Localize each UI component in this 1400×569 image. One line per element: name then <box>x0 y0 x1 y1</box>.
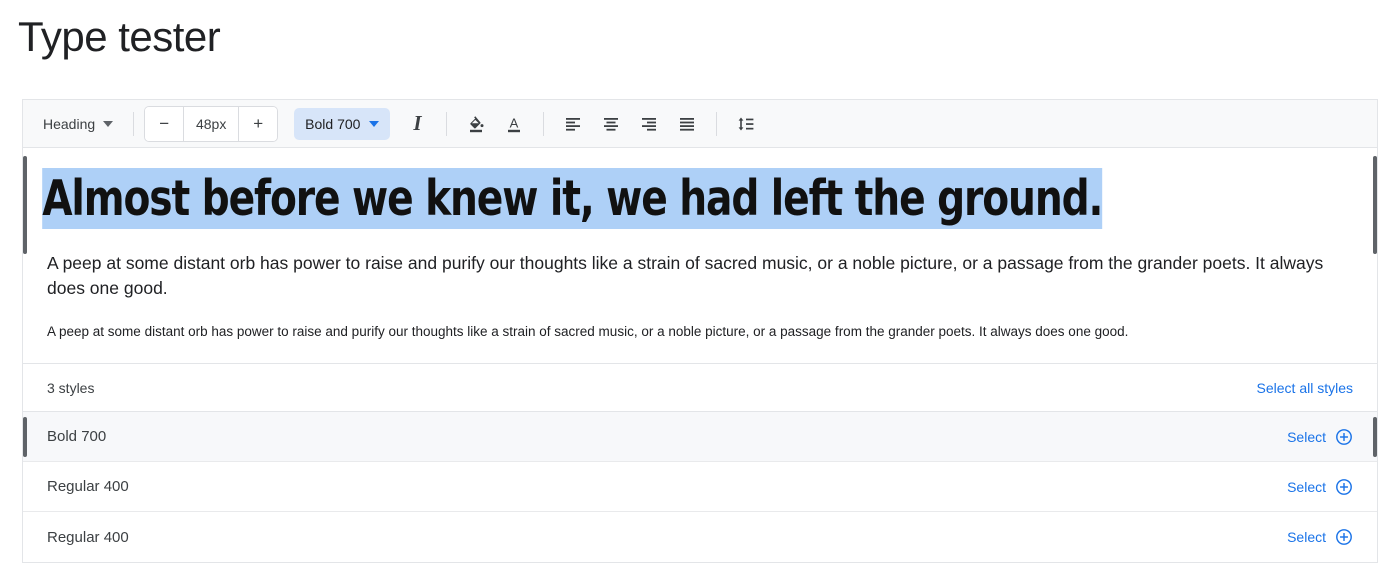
editor-toolbar: Heading − 48px + Bold 700 I A <box>23 100 1377 148</box>
plus-circle-icon <box>1336 428 1352 445</box>
select-style-control[interactable]: Select <box>1287 478 1353 496</box>
toolbar-divider <box>543 111 545 136</box>
plus-circle-icon <box>1336 478 1352 495</box>
preview-heading-text: Almost before we knew it, we had left th… <box>42 168 1103 229</box>
style-row[interactable]: Regular 400 Select <box>23 462 1377 513</box>
font-size-stepper: − 48px + <box>144 105 279 142</box>
fill-color-icon <box>470 115 484 132</box>
type-tester-panel: Heading − 48px + Bold 700 I A Almost bef… <box>22 99 1378 564</box>
style-name-label: Bold 700 <box>47 428 107 446</box>
font-weight-label: Bold 700 <box>305 115 361 132</box>
text-color-icon: A <box>508 115 521 132</box>
select-style-label: Select <box>1287 529 1326 546</box>
plus-circle-icon <box>1336 529 1352 546</box>
type-preview-area[interactable]: Almost before we knew it, we had left th… <box>23 148 1377 365</box>
style-name-label: Regular 400 <box>47 528 129 546</box>
style-name-label: Regular 400 <box>47 478 129 496</box>
style-row[interactable]: Regular 400 Select <box>23 512 1377 563</box>
toolbar-divider <box>716 111 718 136</box>
toolbar-divider <box>446 111 448 136</box>
select-style-label: Select <box>1287 428 1326 445</box>
font-size-decrease-button[interactable]: − <box>145 106 184 141</box>
select-style-label: Select <box>1287 478 1326 495</box>
italic-button[interactable]: I <box>400 107 434 141</box>
preview-paragraph-large[interactable]: A peep at some distant orb has power to … <box>23 239 1377 312</box>
align-right-button[interactable] <box>632 107 666 141</box>
preview-paragraph-small[interactable]: A peep at some distant orb has power to … <box>23 312 1377 364</box>
font-size-increase-button[interactable]: + <box>239 106 278 141</box>
preview-heading[interactable]: Almost before we knew it, we had left th… <box>23 148 1106 239</box>
row-scrollbar[interactable] <box>1373 417 1377 458</box>
page-title: Type tester <box>18 13 221 60</box>
text-color-button[interactable]: A <box>497 107 531 141</box>
align-justify-button[interactable] <box>670 107 704 141</box>
select-style-control[interactable]: Select <box>1287 528 1353 546</box>
select-style-control[interactable]: Select <box>1287 428 1353 446</box>
styles-count-label: 3 styles <box>47 379 95 396</box>
align-justify-icon <box>680 117 695 131</box>
style-row[interactable]: Bold 700 Select <box>23 412 1377 463</box>
italic-icon: I <box>413 111 422 135</box>
align-center-button[interactable] <box>594 107 628 141</box>
font-weight-dropdown[interactable]: Bold 700 <box>294 107 391 140</box>
line-height-button[interactable] <box>729 107 763 141</box>
styles-list-header: 3 styles Select all styles <box>23 364 1377 413</box>
block-style-label: Heading <box>43 115 96 132</box>
chevron-down-icon <box>103 120 114 127</box>
svg-text:A: A <box>510 115 519 130</box>
line-height-icon <box>739 117 754 130</box>
align-center-icon <box>604 117 619 131</box>
chevron-down-icon <box>369 120 380 127</box>
select-all-styles-link[interactable]: Select all styles <box>1257 380 1353 396</box>
font-size-input[interactable]: 48px <box>183 106 240 141</box>
align-right-icon <box>642 117 657 131</box>
toolbar-divider <box>133 111 135 136</box>
align-left-button[interactable] <box>556 107 590 141</box>
row-selection-indicator-left <box>23 417 27 458</box>
fill-color-button[interactable] <box>459 107 493 141</box>
block-style-dropdown[interactable]: Heading <box>33 110 123 138</box>
preview-scrollbar[interactable] <box>1373 156 1377 254</box>
align-left-icon <box>566 117 581 131</box>
